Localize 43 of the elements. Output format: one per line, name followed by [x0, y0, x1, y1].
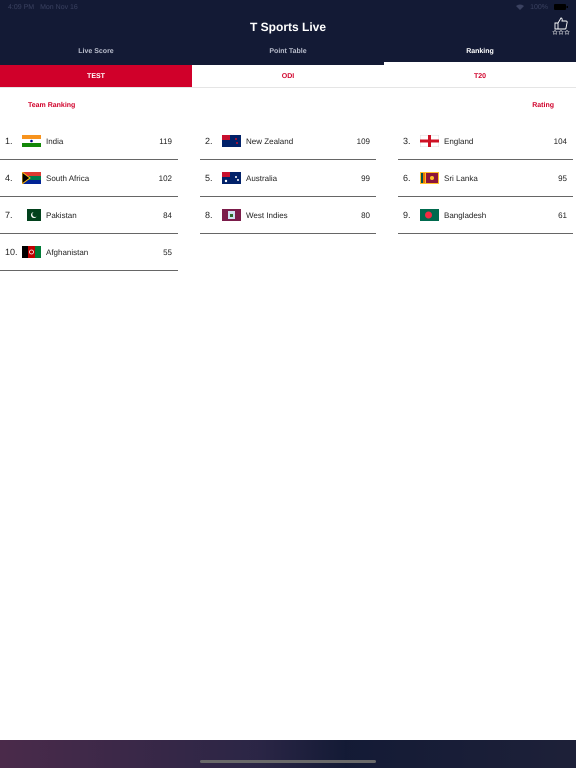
app-title: T Sports Live — [250, 20, 326, 34]
wifi-icon — [516, 4, 524, 10]
team-name: Sri Lanka — [444, 174, 479, 182]
team-name: New Zealand — [246, 136, 294, 146]
team-name: Pakistan — [46, 210, 78, 220]
team-name: Bangladesh — [444, 210, 488, 220]
flag-icon — [420, 209, 439, 221]
rank-number: 4. — [5, 173, 14, 183]
rate-app-icon[interactable] — [552, 17, 570, 35]
team-rating: 61 — [558, 210, 567, 220]
flag-icon — [420, 135, 439, 147]
rank-number: 6. — [403, 173, 412, 183]
team-rating: 84 — [163, 210, 172, 220]
team-name: South Africa — [46, 174, 90, 182]
rank-number: 9. — [403, 210, 412, 220]
flag-icon — [420, 172, 439, 184]
battery-icon — [554, 4, 568, 10]
team-name: Australia — [246, 174, 278, 182]
rank-number: 7. — [5, 210, 14, 220]
team-rating: 104 — [554, 136, 567, 146]
rank-number: 8. — [205, 210, 214, 220]
team-rating: 95 — [558, 174, 567, 182]
team-name: India — [46, 136, 64, 146]
team-name: England — [444, 136, 474, 146]
flag-icon — [22, 172, 41, 184]
team-name: Afghanistan — [46, 248, 90, 256]
team-rating: 109 — [356, 136, 370, 146]
flag-icon — [222, 209, 241, 221]
flag-icon — [222, 172, 241, 184]
rank-number: 2. — [205, 136, 214, 146]
rank-number: 3. — [403, 136, 412, 146]
team-rating: 99 — [361, 174, 370, 182]
flag-icon — [22, 135, 41, 147]
flag-icon — [22, 246, 41, 258]
team-rating: 119 — [159, 136, 172, 146]
rank-number: 1. — [5, 136, 14, 146]
team-rating: 102 — [158, 174, 172, 182]
team-rating: 55 — [163, 248, 172, 256]
rank-number: 10. — [5, 247, 18, 257]
rank-number: 5. — [205, 173, 214, 183]
team-rating: 80 — [361, 210, 370, 220]
team-name: West Indies — [246, 210, 289, 220]
flag-icon — [222, 135, 241, 147]
